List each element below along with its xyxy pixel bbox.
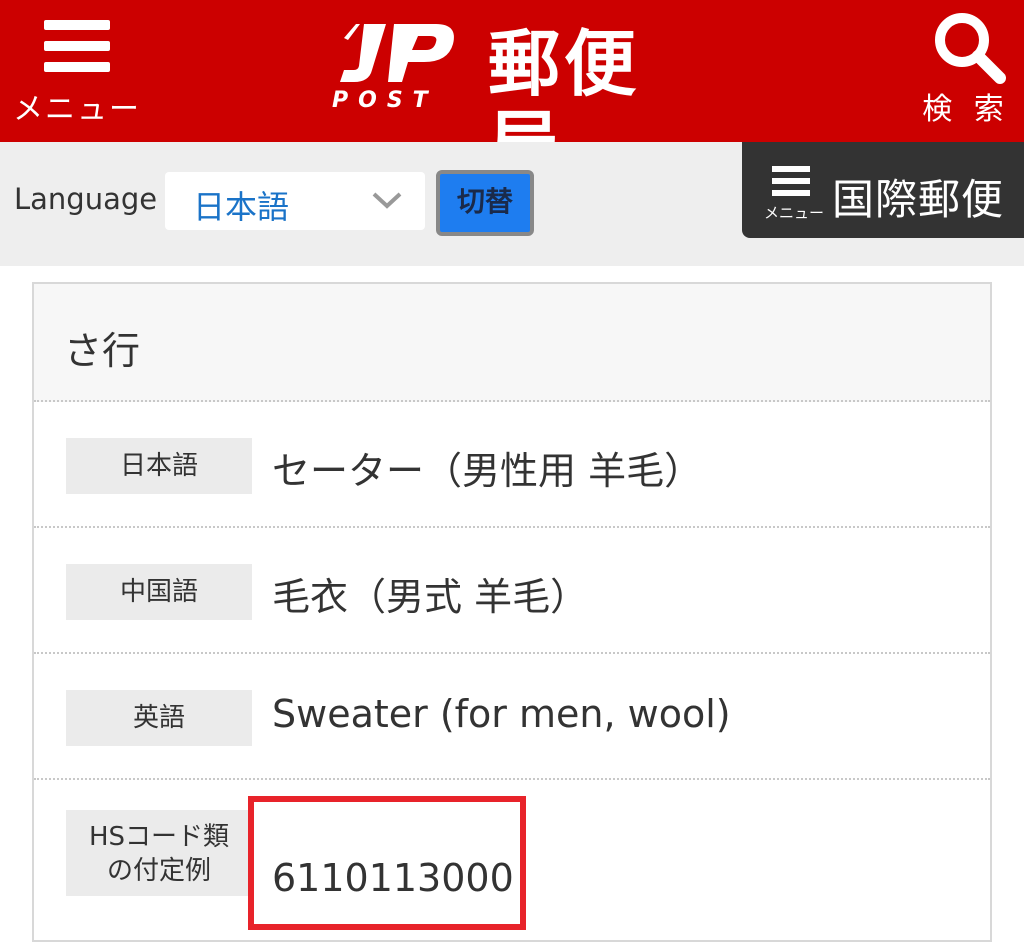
row-value: セーター（男性用 羊毛） xyxy=(272,449,703,493)
table-row: 英語 Sweater (for men, wool) xyxy=(34,654,990,780)
logo-post-text: POST xyxy=(332,88,438,113)
row-label: 日本語 xyxy=(66,438,252,494)
menu-label: メニュー xyxy=(13,92,141,127)
row-value: Sweater (for men, wool) xyxy=(272,692,731,736)
jp-logo-icon xyxy=(340,24,454,82)
search-icon xyxy=(935,13,1006,84)
card-heading: さ行 xyxy=(34,284,990,402)
item-card: さ行 日本語 セーター（男性用 羊毛） 中国語 毛衣（男式 羊毛） 英語 Swe… xyxy=(32,282,992,942)
row-label: 中国語 xyxy=(66,564,252,620)
language-select-value: 日本語 xyxy=(193,188,290,226)
menu-button[interactable]: メニュー xyxy=(12,20,142,127)
language-label: Language xyxy=(14,182,158,216)
language-switch-button[interactable]: 切替 xyxy=(436,170,534,236)
hamburger-icon xyxy=(772,166,810,196)
card-heading-text: さ行 xyxy=(64,329,141,373)
hamburger-icon xyxy=(44,20,110,72)
table-row: 日本語 セーター（男性用 羊毛） xyxy=(34,402,990,528)
hs-code-label-line1: HSコード類 xyxy=(88,822,230,852)
search-label: 検 索 xyxy=(922,92,1010,127)
hs-code-label-line2: の付定例 xyxy=(106,856,211,886)
search-button[interactable]: 検 索 xyxy=(916,10,1016,127)
site-header: メニュー POST 郵便局 検 索 xyxy=(0,0,1024,184)
row-label: 英語 xyxy=(66,690,252,746)
hs-code-value: 6110113000 xyxy=(272,856,514,900)
chevron-down-icon xyxy=(372,192,402,209)
language-bar: Language 日本語 切替 メニュー 国際郵便 xyxy=(0,142,1024,266)
intl-menu-title: 国際郵便 xyxy=(832,175,1005,224)
japan-post-logo[interactable]: POST 郵便局 xyxy=(330,18,710,184)
hs-code-row: HSコード類 の付定例 6110113000 xyxy=(34,780,990,940)
international-mail-menu-button[interactable]: メニュー 国際郵便 xyxy=(742,142,1024,238)
row-value: 毛衣（男式 羊毛） xyxy=(272,575,589,619)
language-select[interactable]: 日本語 xyxy=(165,172,425,230)
hs-code-label: HSコード類 の付定例 xyxy=(66,810,252,896)
intl-menu-small-label: メニュー xyxy=(764,204,825,222)
table-row: 中国語 毛衣（男式 羊毛） xyxy=(34,528,990,654)
